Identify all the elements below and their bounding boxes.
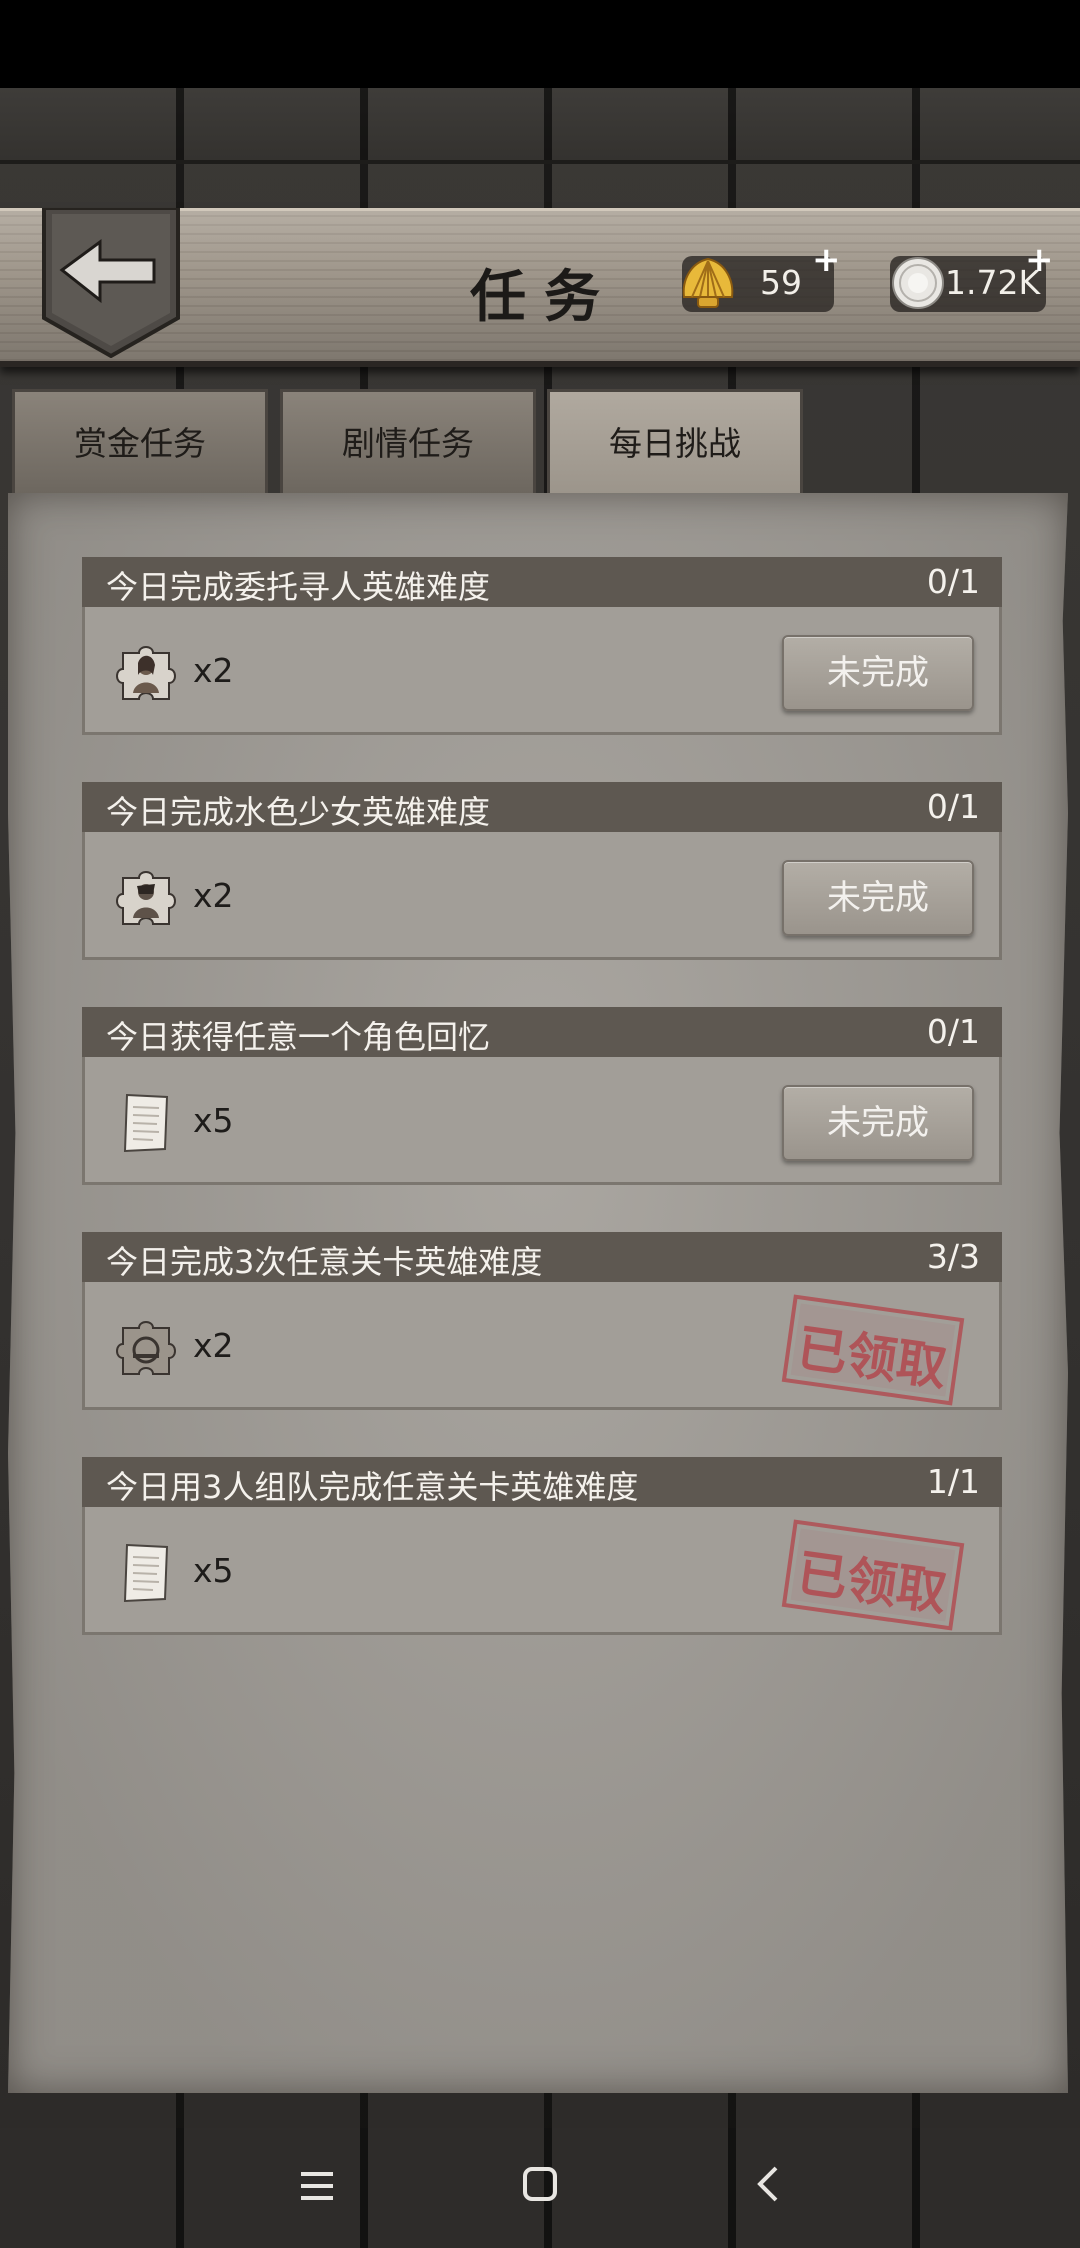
add-coin-button[interactable]: + (1025, 240, 1054, 280)
claimed-stamp: 已领取 (779, 1292, 966, 1408)
claimed-stamp: 已领取 (779, 1517, 966, 1633)
task-card: 今日用3人组队完成任意关卡英雄难度 1/1 x5 已领取 (82, 1457, 1002, 1635)
tab-daily-challenge[interactable]: 每日挑战 (547, 389, 803, 493)
task-title: 今日获得任意一个角色回忆 (106, 1018, 491, 1056)
task-body: x2 已领取 (82, 1282, 1002, 1410)
add-shell-button[interactable]: + (812, 240, 841, 280)
reward-quantity: x5 (193, 1101, 234, 1140)
tab-label: 每日挑战 (609, 424, 741, 463)
task-card: 今日完成水色少女英雄难度 0/1 x2 未完成 (82, 782, 1002, 960)
back-button[interactable] (42, 208, 182, 358)
tab-label: 剧情任务 (342, 424, 474, 463)
task-progress: 0/1 (926, 787, 980, 826)
task-progress: 0/1 (926, 562, 980, 601)
task-body: x2 未完成 (82, 607, 1002, 735)
tab-label: 赏金任务 (74, 424, 206, 463)
task-header: 今日完成委托寻人英雄难度 0/1 (82, 557, 1002, 607)
shell-icon (678, 255, 738, 311)
system-navigation-bar (0, 2128, 1080, 2248)
home-icon[interactable] (520, 2164, 560, 2208)
task-body: x2 未完成 (82, 832, 1002, 960)
puzzle-portrait-icon[interactable] (113, 639, 181, 707)
task-progress: 1/1 (926, 1462, 980, 1501)
task-title: 今日完成3次任意关卡英雄难度 (106, 1243, 543, 1281)
task-header: 今日完成水色少女英雄难度 0/1 (82, 782, 1002, 832)
puzzle-emblem-icon[interactable] (113, 1314, 181, 1382)
task-card: 今日获得任意一个角色回忆 0/1 x5 未完成 (82, 1007, 1002, 1185)
puzzle-portrait-icon[interactable] (113, 864, 181, 932)
task-header: 今日用3人组队完成任意关卡英雄难度 1/1 (82, 1457, 1002, 1507)
reward-quantity: x2 (193, 651, 234, 690)
reward-quantity: x2 (193, 1326, 234, 1365)
incomplete-button[interactable]: 未完成 (782, 1085, 974, 1161)
shell-value: 59 (760, 263, 802, 302)
task-card: 今日完成委托寻人英雄难度 0/1 x2 未完成 (82, 557, 1002, 735)
tab-bounty-tasks[interactable]: 赏金任务 (12, 389, 268, 493)
task-header: 今日获得任意一个角色回忆 0/1 (82, 1007, 1002, 1057)
task-title: 今日完成水色少女英雄难度 (106, 793, 491, 831)
task-title: 今日完成委托寻人英雄难度 (106, 568, 491, 606)
reward-quantity: x2 (193, 876, 234, 915)
task-card: 今日完成3次任意关卡英雄难度 3/3 x2 已领取 (82, 1232, 1002, 1410)
tab-story-tasks[interactable]: 剧情任务 (280, 389, 536, 493)
task-title: 今日用3人组队完成任意关卡英雄难度 (106, 1468, 639, 1506)
paper-scroll-icon[interactable] (113, 1089, 181, 1157)
top-wood-strip (0, 88, 1080, 164)
reward-quantity: x5 (193, 1551, 234, 1590)
back-arrow-icon (42, 208, 180, 358)
silver-coin-icon (891, 256, 945, 310)
menu-icon[interactable] (297, 2166, 337, 2210)
incomplete-button[interactable]: 未完成 (782, 860, 974, 936)
task-body: x5 已领取 (82, 1507, 1002, 1635)
page-title: 任务 (470, 264, 618, 330)
incomplete-button[interactable]: 未完成 (782, 635, 974, 711)
task-progress: 0/1 (926, 1012, 980, 1051)
task-progress: 3/3 (926, 1237, 980, 1276)
paper-scroll-icon[interactable] (113, 1539, 181, 1607)
task-header: 今日完成3次任意关卡英雄难度 3/3 (82, 1232, 1002, 1282)
task-body: x5 未完成 (82, 1057, 1002, 1185)
back-nav-icon[interactable] (748, 2164, 788, 2208)
